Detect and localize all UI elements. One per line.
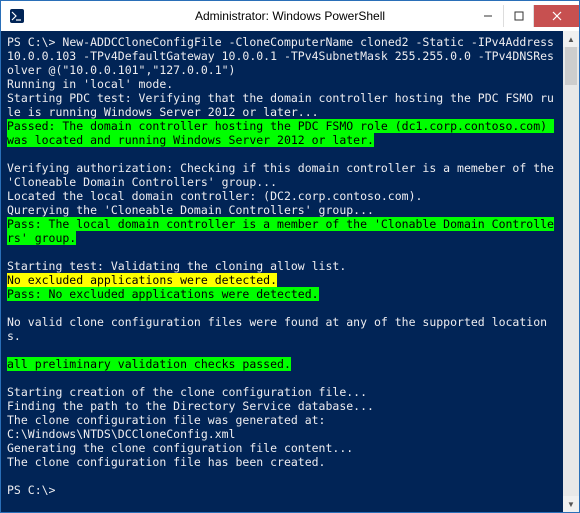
scroll-thumb[interactable] [565,47,577,85]
output-line: Located the local domain controller: (DC… [7,189,557,203]
scroll-track[interactable] [563,47,579,496]
output-line: all preliminary validation checks passed… [7,357,557,371]
output-line: Passed: The domain controller hosting th… [7,119,557,147]
pass-highlight: Pass: The local domain controller is a m… [7,217,554,245]
prompt-line: PS C:\> [7,483,557,497]
blank-line [7,371,573,385]
maximize-button[interactable] [503,5,533,27]
prompt: PS C:\> [7,35,55,49]
close-button[interactable] [533,5,579,27]
blank-line [7,343,573,357]
vertical-scrollbar[interactable]: ▲ ▼ [563,31,579,512]
output-line: Finding the path to the Directory Servic… [7,399,557,413]
terminal-area[interactable]: PS C:\> New-ADDCCloneConfigFile -CloneCo… [1,31,579,512]
output-line: No excluded applications were detected. [7,273,557,287]
pass-highlight: Pass: No excluded applications were dete… [7,287,319,301]
blank-line [7,245,573,259]
output-line: Starting PDC test: Verifying that the do… [7,91,557,119]
output-line: No valid clone configuration files were … [7,315,557,343]
output-line: Starting creation of the clone configura… [7,385,557,399]
output-line: Verifying authorization: Checking if thi… [7,161,557,189]
output-line: Pass: The local domain controller is a m… [7,217,557,245]
warn-highlight: No excluded applications were detected. [7,273,277,287]
prompt: PS C:\> [7,483,55,497]
output-line: C:\Windows\NTDS\DCCloneConfig.xml [7,427,557,441]
window-controls [473,5,579,27]
window-title: Administrator: Windows PowerShell [195,9,385,23]
titlebar[interactable]: Administrator: Windows PowerShell [1,1,579,31]
output-line: The clone configuration file was generat… [7,413,557,427]
pass-highlight: all preliminary validation checks passed… [7,357,291,371]
output-line: Pass: No excluded applications were dete… [7,287,557,301]
command-text: New-ADDCCloneConfigFile -CloneComputerNa… [7,35,561,77]
scroll-down-button[interactable]: ▼ [563,496,579,512]
output-line: Running in 'local' mode. [7,77,557,91]
powershell-window: Administrator: Windows PowerShell PS C:\… [0,0,580,513]
output-line: Generating the clone configuration file … [7,441,557,455]
output-line: The clone configuration file has been cr… [7,455,557,469]
blank-line [7,301,573,315]
blank-line [7,147,573,161]
prompt-line: PS C:\> New-ADDCCloneConfigFile -CloneCo… [7,35,557,77]
output-line: Qurerying the 'Cloneable Domain Controll… [7,203,557,217]
pass-highlight: Passed: The domain controller hosting th… [7,119,554,147]
blank-line [7,469,573,483]
scroll-up-button[interactable]: ▲ [563,31,579,47]
minimize-button[interactable] [473,5,503,27]
output-line: Starting test: Validating the cloning al… [7,259,557,273]
powershell-icon [9,8,25,24]
